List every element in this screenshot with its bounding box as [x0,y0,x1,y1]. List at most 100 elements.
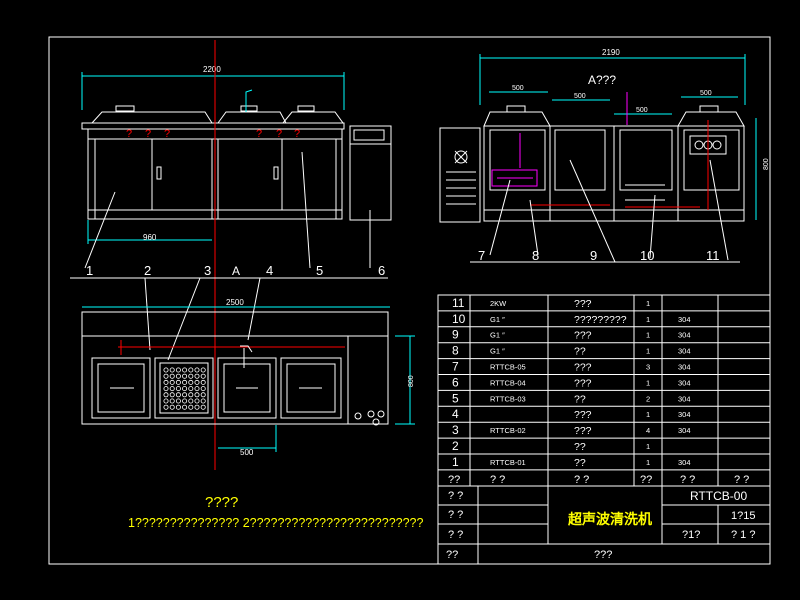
table-header-no: ?? [448,474,460,486]
table-cell-no: 4 [452,407,459,421]
table-cell-name: ??? [574,298,592,310]
table-header-qty: ?? [640,474,652,486]
table-cell-qty: 1 [646,442,650,451]
front-mark-4: ? [256,128,262,140]
basket-hole [175,386,181,392]
table-cell-mat: 304 [678,458,691,467]
callout-10: 10 [640,248,654,263]
table-cell-mat: 304 [678,410,691,419]
table-cell-qty: 1 [646,378,650,387]
basket-hole [175,404,181,410]
title-l2: ? ? [448,509,463,521]
plan-view: 2500 800 500 [81,298,415,457]
table-cell-name: ??? [574,409,592,421]
basket-hole [182,386,188,392]
title-sheets: ? 1 ? [731,529,755,541]
front-dim-part: 960 [143,233,157,242]
basket-hole [182,398,188,404]
basket-hole [188,392,194,398]
table-cell-code: 2KW [490,299,507,308]
plan-dim-total: 2500 [226,298,244,307]
basket-hole [163,373,169,379]
callout-11: 11 [706,248,720,263]
title-l4: ?? [446,549,458,561]
basket-hole [175,398,181,404]
table-cell-name: ??? [574,377,592,389]
table-cell-code: RTTCB-02 [490,426,526,435]
table-cell-no: 10 [452,312,466,326]
table-cell-no: 8 [452,344,459,358]
table-header-code: ? ? [490,474,505,486]
table-cell-code: RTTCB-04 [490,378,526,387]
table-cell-name: ??? [574,362,592,374]
basket-hole [175,392,181,398]
basket-holes [163,367,206,410]
table-cell-qty: 4 [646,426,650,435]
callouts-top: 1 2 3 A 4 5 6 [70,151,388,361]
basket-hole [175,367,181,373]
basket-hole [200,404,206,410]
callout-1: 1 [86,263,93,278]
front-mark-3: ? [164,128,170,140]
basket-hole [188,386,194,392]
table-header-note: ? ? [734,474,749,486]
basket-hole [200,398,206,404]
callout-2: 2 [144,263,151,278]
cad-drawing: 2200 ? ? ? ? ? ? 960 1 2 3 A 4 5 6 2190 … [48,36,771,565]
table-cell-qty: 1 [646,347,650,356]
table-cell-qty: 2 [646,394,650,403]
table-cell-name: ?? [574,393,586,405]
table-cell-no: 6 [452,375,459,389]
basket-hole [188,379,194,385]
table-cell-mat: 304 [678,378,691,387]
basket-hole [169,373,175,379]
table-cell-no: 5 [452,391,459,405]
front-dim-total: 2200 [203,65,221,74]
table-cell-code: G1 ″ [490,331,505,340]
side-dim-a: 500 [512,85,524,92]
callout-5: 5 [316,263,323,278]
basket-hole [163,386,169,392]
basket-hole [163,398,169,404]
side-lid-left [483,111,551,127]
table-cell-name: ?? [574,346,586,358]
basket-hole [163,404,169,410]
basket-hole [182,392,188,398]
basket-hole [194,404,200,410]
title-l3: ? ? [448,529,463,541]
basket-hole [175,379,181,385]
table-cell-qty: 1 [646,410,650,419]
table-cell-qty: 1 [646,299,650,308]
side-control-cabinet [439,127,481,223]
basket-hole [200,392,206,398]
table-cell-qty: 1 [646,331,650,340]
basket-hole [163,379,169,385]
basket-hole [200,367,206,373]
front-mark-6: ? [294,128,300,140]
table-cell-mat: 304 [678,363,691,372]
front-mark-1: ? [126,128,132,140]
table-cell-mat: 304 [678,315,691,324]
notes-title: ???? [205,494,238,511]
basket-hole [194,392,200,398]
basket-hole [169,367,175,373]
basket-hole [188,373,194,379]
table-header-mat: ? ? [680,474,695,486]
table-cell-no: 3 [452,423,459,437]
side-dim-c: 500 [636,107,648,114]
front-lid-3 [281,111,344,124]
table-cell-qty: 1 [646,458,650,467]
callout-8: 8 [532,248,539,263]
front-mark-2: ? [145,128,151,140]
side-view-title: A??? [588,73,616,87]
callout-3: 3 [204,263,211,278]
front-lid-1 [90,111,213,124]
table-cell-no: 2 [452,439,459,453]
plan-outline [81,311,389,425]
basket-hole [194,373,200,379]
front-counter [81,122,345,130]
basket-hole [182,379,188,385]
callout-6: 6 [378,263,385,278]
table-cell-mat: 304 [678,347,691,356]
plan-dim-bottom: 500 [240,448,254,457]
